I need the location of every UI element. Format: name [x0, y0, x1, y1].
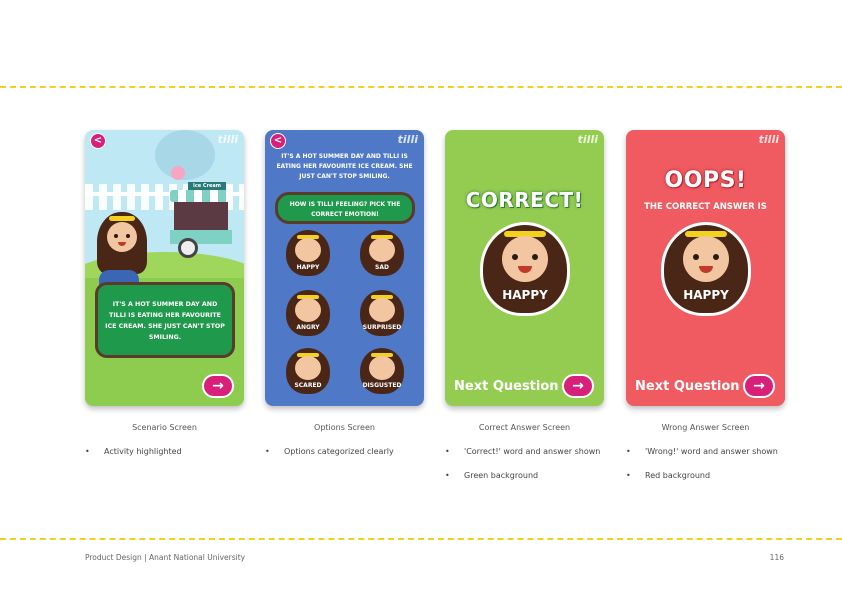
character-face — [107, 222, 137, 252]
emotion-option-surprised[interactable]: SURPRISED — [357, 290, 407, 342]
cart-awning — [170, 190, 232, 202]
correct-title: CORRECT! — [465, 188, 584, 212]
emotion-label: HAPPY — [296, 264, 320, 271]
emotion-option-sad[interactable]: SAD — [357, 230, 407, 282]
emotion-option-angry[interactable]: ANGRY — [283, 290, 333, 342]
back-button[interactable]: < — [90, 133, 106, 149]
emotion-option-happy[interactable]: HAPPY — [283, 230, 333, 282]
answer-label: HAPPY — [502, 288, 548, 302]
emotion-label: SAD — [375, 264, 389, 271]
ice-cream-cart-illustration: Ice Cream — [170, 182, 232, 258]
footer-credit: Product Design | Anant National Universi… — [85, 553, 246, 562]
correct-answer-screen-card: tilli CORRECT! HAPPY Next Question → — [445, 130, 604, 406]
scenario-text: It's a hot summer day and Tilli is eatin… — [276, 153, 413, 180]
bullet-dot: • — [265, 447, 270, 456]
correct-answer-subtitle: The correct answer is — [644, 202, 767, 212]
bullet-text: 'Correct!' word and answer shown — [464, 447, 601, 456]
bullet-dot: • — [445, 447, 450, 456]
emotion-option-scared[interactable]: SCARED — [283, 348, 333, 400]
tilli-logo: tilli — [397, 133, 418, 146]
question-banner: How is Tilli feeling? Pick the correct e… — [275, 192, 415, 224]
answer-face: HAPPY — [480, 222, 570, 316]
emotion-label: SURPRISED — [362, 324, 402, 331]
cart-sign: Ice Cream — [188, 182, 226, 190]
answer-eye-left — [512, 254, 518, 260]
character-eye-right — [126, 234, 130, 238]
bullet-dot: • — [445, 471, 450, 480]
next-question-label[interactable]: Next Question — [454, 379, 559, 394]
next-arrow-button[interactable]: → — [743, 374, 775, 398]
options-screen-card: < tilli It's a hot summer day and Tilli … — [265, 130, 424, 406]
wrong-caption: Wrong Answer Screen — [661, 423, 750, 432]
answer-label: HAPPY — [683, 288, 729, 302]
answer-eye-right — [532, 254, 538, 260]
back-button[interactable]: < — [270, 133, 286, 149]
answer-face-skin — [683, 236, 729, 282]
option-face — [295, 298, 321, 322]
bottom-dashed-divider — [0, 538, 842, 540]
option-face — [295, 238, 321, 262]
scenario-screen-card: Ice Cream < tilli It's a hot summer day … — [85, 130, 244, 406]
bullet-text: 'Wrong!' word and answer shown — [645, 447, 778, 456]
scenario-dialog: It's a hot summer day and Tilli is eatin… — [95, 282, 235, 358]
tilli-logo: tilli — [758, 133, 779, 146]
emotion-label: DISGUSTED — [362, 382, 402, 389]
character-headband — [109, 216, 135, 221]
bullet-dot: • — [85, 447, 90, 456]
tilli-logo: tilli — [577, 133, 598, 146]
oops-title: OOPS! — [664, 168, 747, 193]
next-arrow-button[interactable]: → — [202, 374, 234, 398]
option-face — [369, 356, 395, 380]
answer-eye-left — [693, 254, 699, 260]
option-face — [369, 298, 395, 322]
bullet-text: Green background — [464, 471, 539, 480]
top-dashed-divider — [0, 86, 842, 88]
answer-eye-right — [713, 254, 719, 260]
bullet-text: Options categorized clearly — [284, 447, 394, 456]
emotion-option-disgusted[interactable]: DISGUSTED — [357, 348, 407, 400]
emotion-label: ANGRY — [296, 324, 320, 331]
bullet-text: Activity highlighted — [104, 447, 182, 456]
wrong-answer-screen-card: tilli OOPS! The correct answer is HAPPY … — [626, 130, 785, 406]
option-face — [369, 238, 395, 262]
scenario-caption: Scenario Screen — [132, 423, 197, 432]
ice-cream-cone-illustration — [171, 166, 185, 180]
tilli-logo: tilli — [217, 133, 238, 146]
character-eye-left — [114, 234, 118, 238]
cart-wheel — [178, 238, 198, 258]
option-face — [295, 356, 321, 380]
emotion-label: SCARED — [294, 382, 322, 389]
next-arrow-button[interactable]: → — [562, 374, 594, 398]
next-question-label[interactable]: Next Question — [635, 379, 740, 394]
bullet-dot: • — [626, 447, 631, 456]
tree-illustration — [155, 130, 215, 180]
bullet-text: Red background — [645, 471, 711, 480]
answer-face-skin — [502, 236, 548, 282]
bullet-dot: • — [626, 471, 631, 480]
answer-face: HAPPY — [661, 222, 751, 316]
page-number: 116 — [769, 553, 784, 562]
correct-caption: Correct Answer Screen — [478, 423, 571, 432]
options-caption: Options Screen — [314, 423, 375, 432]
